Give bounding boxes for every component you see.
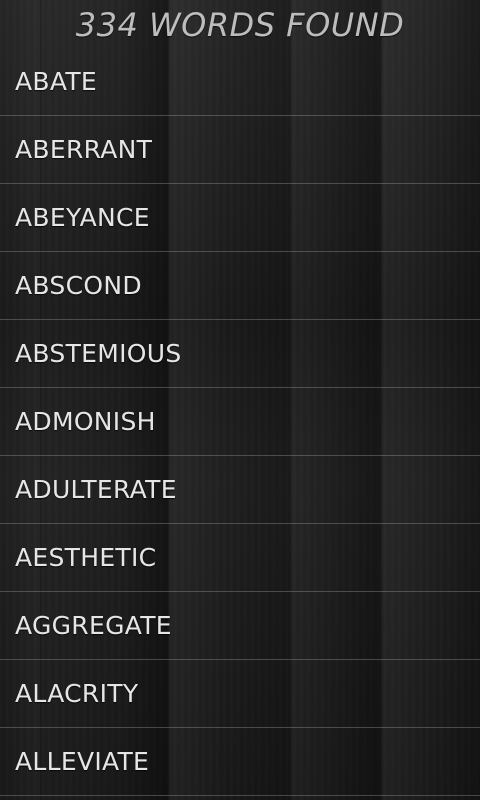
header: 334 WORDS FOUND <box>0 0 480 48</box>
list-item[interactable]: ADMONISH <box>0 388 480 456</box>
word-label: ADULTERATE <box>15 475 177 504</box>
list-item[interactable]: ABSTEMIOUS <box>0 320 480 388</box>
list-item[interactable]: ALACRITY <box>0 660 480 728</box>
word-label: ABATE <box>15 67 97 96</box>
word-label: ALACRITY <box>15 679 139 708</box>
list-item[interactable]: AESTHETIC <box>0 524 480 592</box>
list-item[interactable]: ADULTERATE <box>0 456 480 524</box>
word-list[interactable]: ABATE ABERRANT ABEYANCE ABSCOND ABSTEMIO… <box>0 48 480 800</box>
list-item[interactable]: ABATE <box>0 48 480 116</box>
list-item[interactable]: ALLEVIATE <box>0 728 480 796</box>
list-item[interactable]: ABSCOND <box>0 252 480 320</box>
word-label: AESTHETIC <box>15 543 157 572</box>
list-item[interactable]: ABERRANT <box>0 116 480 184</box>
word-label: AGGREGATE <box>15 611 172 640</box>
words-found-title: 334 WORDS FOUND <box>75 6 405 44</box>
list-item[interactable]: AGGREGATE <box>0 592 480 660</box>
word-label: ALLEVIATE <box>15 747 150 776</box>
word-label: ADMONISH <box>15 407 156 436</box>
word-label: ABERRANT <box>15 135 153 164</box>
word-label: ABSCOND <box>15 271 142 300</box>
word-label: ABEYANCE <box>15 203 150 232</box>
list-item[interactable]: ABEYANCE <box>0 184 480 252</box>
word-label: ABSTEMIOUS <box>15 339 182 368</box>
